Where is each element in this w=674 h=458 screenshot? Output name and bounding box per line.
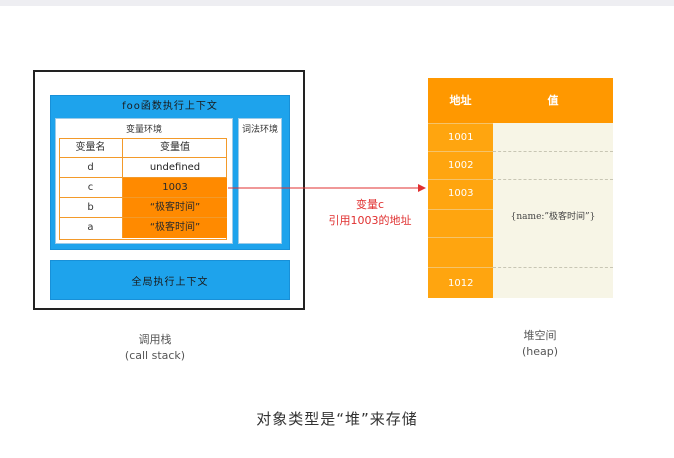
annotation-line1: 变量c	[355, 198, 385, 211]
annotation-line2: 引用1003的地址	[328, 214, 412, 227]
figure-caption: 对象类型是“堆”来存储	[256, 410, 418, 428]
arrow-annotation: 变量c 引用1003的地址	[310, 197, 430, 229]
reference-arrow	[228, 184, 426, 192]
